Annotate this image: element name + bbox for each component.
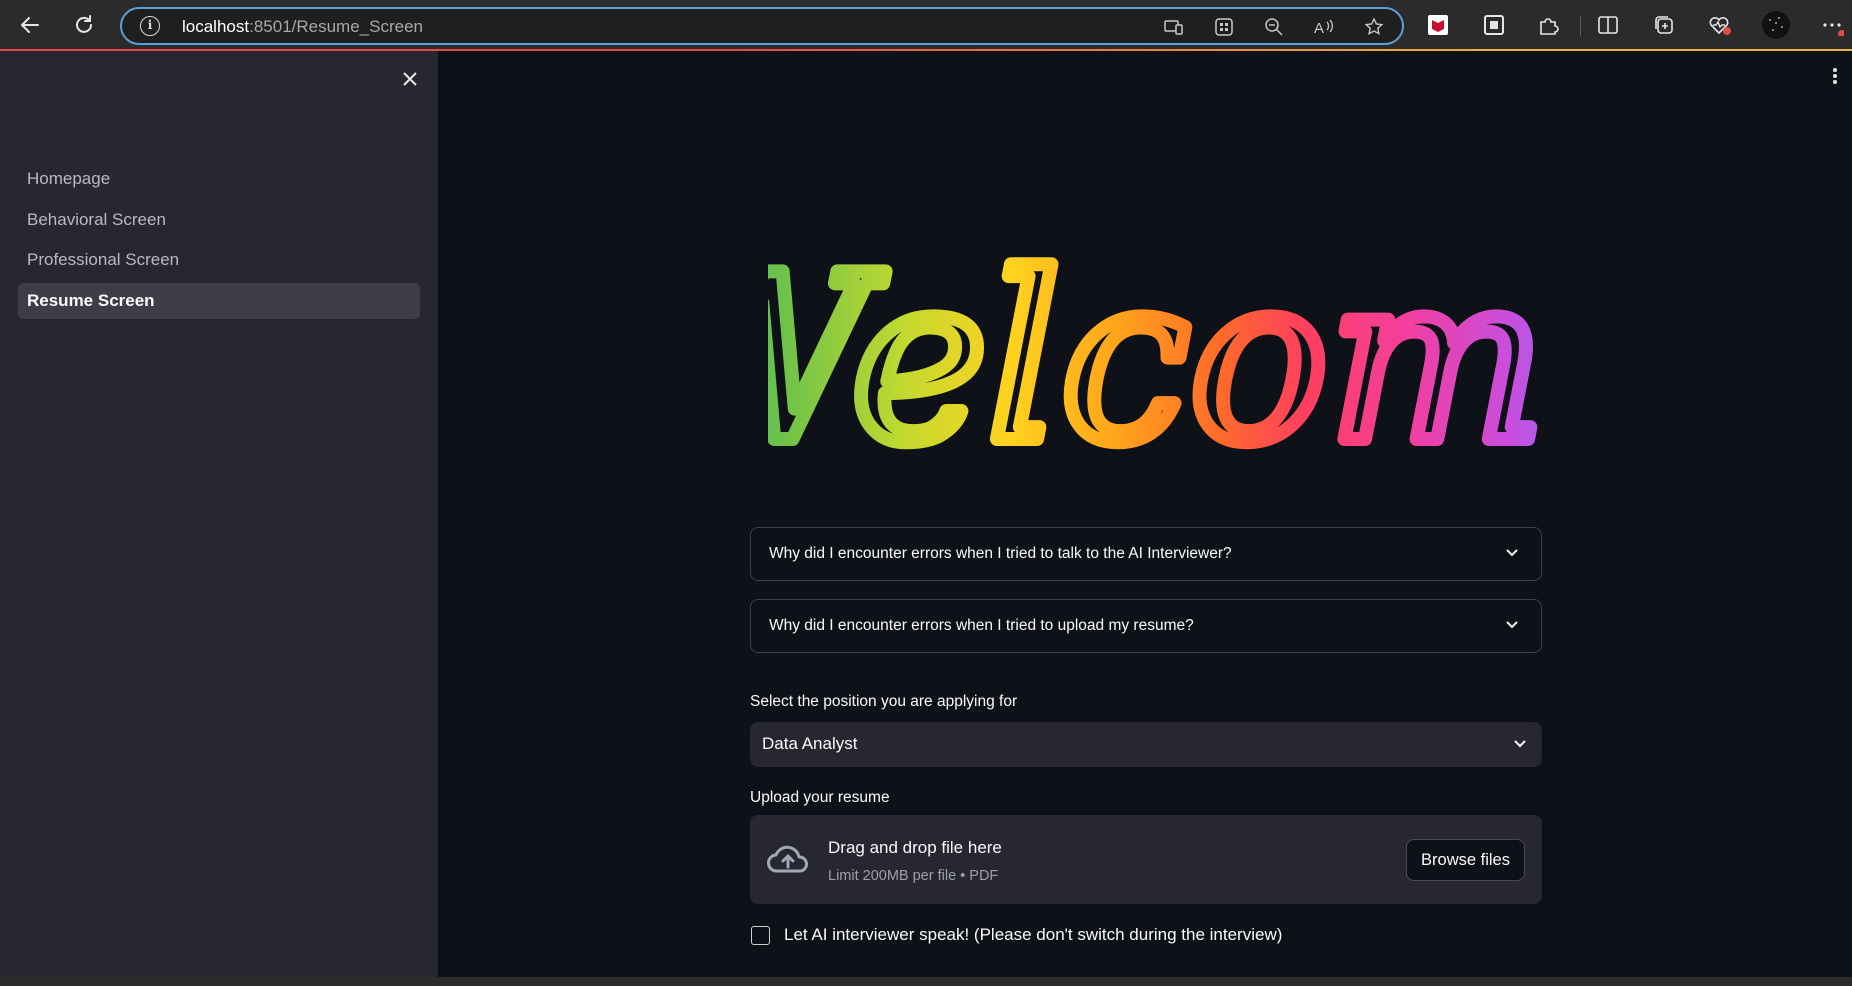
- welcome-text: Welcome: [768, 227, 1548, 471]
- browse-files-button[interactable]: Browse files: [1406, 839, 1525, 881]
- chevron-down-icon: [1505, 618, 1519, 637]
- toolbar-separator: [1580, 16, 1581, 36]
- faq-question: Why did I encounter errors when I tried …: [769, 545, 1232, 562]
- sidebar-item-professional-screen[interactable]: Professional Screen: [18, 242, 420, 278]
- extensions-puzzle-icon[interactable]: [1532, 9, 1564, 41]
- welcome-image: Welcome: [768, 220, 1548, 471]
- faq-question: Why did I encounter errors when I tried …: [769, 617, 1194, 634]
- chevron-down-icon: [1505, 546, 1519, 565]
- speak-checkbox-row[interactable]: Let AI interviewer speak! (Please don't …: [751, 925, 1282, 945]
- dropzone-title: Drag and drop file here: [828, 838, 1002, 857]
- sidebar-item-label: Homepage: [27, 169, 111, 188]
- speak-checkbox-label: Let AI interviewer speak! (Please don't …: [784, 925, 1283, 944]
- sidebar-nav: Homepage Behavioral Screen Professional …: [18, 161, 420, 323]
- read-aloud-icon[interactable]: A: [1310, 15, 1338, 39]
- sidebar-item-homepage[interactable]: Homepage: [18, 161, 420, 197]
- cloud-upload-icon: [767, 845, 808, 873]
- grid-apps-icon[interactable]: [1210, 15, 1238, 39]
- sidebar-item-resume-screen[interactable]: Resume Screen: [18, 282, 420, 319]
- split-screen-icon[interactable]: [1592, 9, 1624, 41]
- speak-checkbox[interactable]: [751, 925, 770, 945]
- favorite-star-icon[interactable]: [1360, 15, 1388, 39]
- address-bar[interactable]: i localhost:8501/Resume_Screen A: [120, 7, 1404, 45]
- position-select-value: Data Analyst: [762, 734, 858, 753]
- browser-essentials-icon[interactable]: [1703, 9, 1735, 41]
- close-icon[interactable]: [398, 67, 422, 91]
- extension-square-icon[interactable]: [1478, 9, 1510, 41]
- sidebar-item-label: Behavioral Screen: [27, 209, 166, 229]
- chevron-down-icon: [1512, 736, 1528, 757]
- profile-avatar[interactable]: [1760, 9, 1792, 41]
- sidebar-item-label: Resume Screen: [27, 290, 155, 310]
- main-content: Welcome Why did I encounter errors when …: [438, 51, 1852, 977]
- site-info-icon[interactable]: i: [140, 16, 160, 36]
- faq-expander-ai-interviewer[interactable]: Why did I encounter errors when I tried …: [750, 527, 1542, 581]
- zoom-out-icon[interactable]: [1260, 15, 1288, 39]
- upload-label: Upload your resume: [750, 789, 890, 806]
- svg-text:A: A: [1314, 20, 1324, 37]
- position-select[interactable]: Data Analyst: [750, 722, 1542, 767]
- browser-toolbar: i localhost:8501/Resume_Screen A: [0, 0, 1852, 51]
- mcafee-extension-icon[interactable]: [1422, 9, 1454, 41]
- more-options-icon[interactable]: [1816, 9, 1848, 41]
- position-select-label: Select the position you are applying for: [750, 693, 1018, 710]
- window-bottom-edge: [0, 977, 1852, 986]
- collections-icon[interactable]: [1648, 9, 1680, 41]
- sidebar-item-behavioral-screen[interactable]: Behavioral Screen: [18, 202, 420, 238]
- resume-dropzone[interactable]: Drag and drop file here Limit 200MB per …: [750, 815, 1542, 904]
- back-arrow-icon[interactable]: [14, 9, 46, 41]
- reload-icon[interactable]: [68, 9, 100, 41]
- url-text: localhost:8501/Resume_Screen: [182, 17, 423, 36]
- main-menu-icon[interactable]: [1832, 67, 1838, 90]
- sidebar: Homepage Behavioral Screen Professional …: [0, 51, 438, 977]
- faq-expander-upload-resume[interactable]: Why did I encounter errors when I tried …: [750, 599, 1542, 653]
- app-available-icon[interactable]: [1160, 15, 1188, 39]
- dropzone-limit: Limit 200MB per file • PDF: [828, 868, 999, 884]
- sidebar-item-label: Professional Screen: [27, 250, 180, 269]
